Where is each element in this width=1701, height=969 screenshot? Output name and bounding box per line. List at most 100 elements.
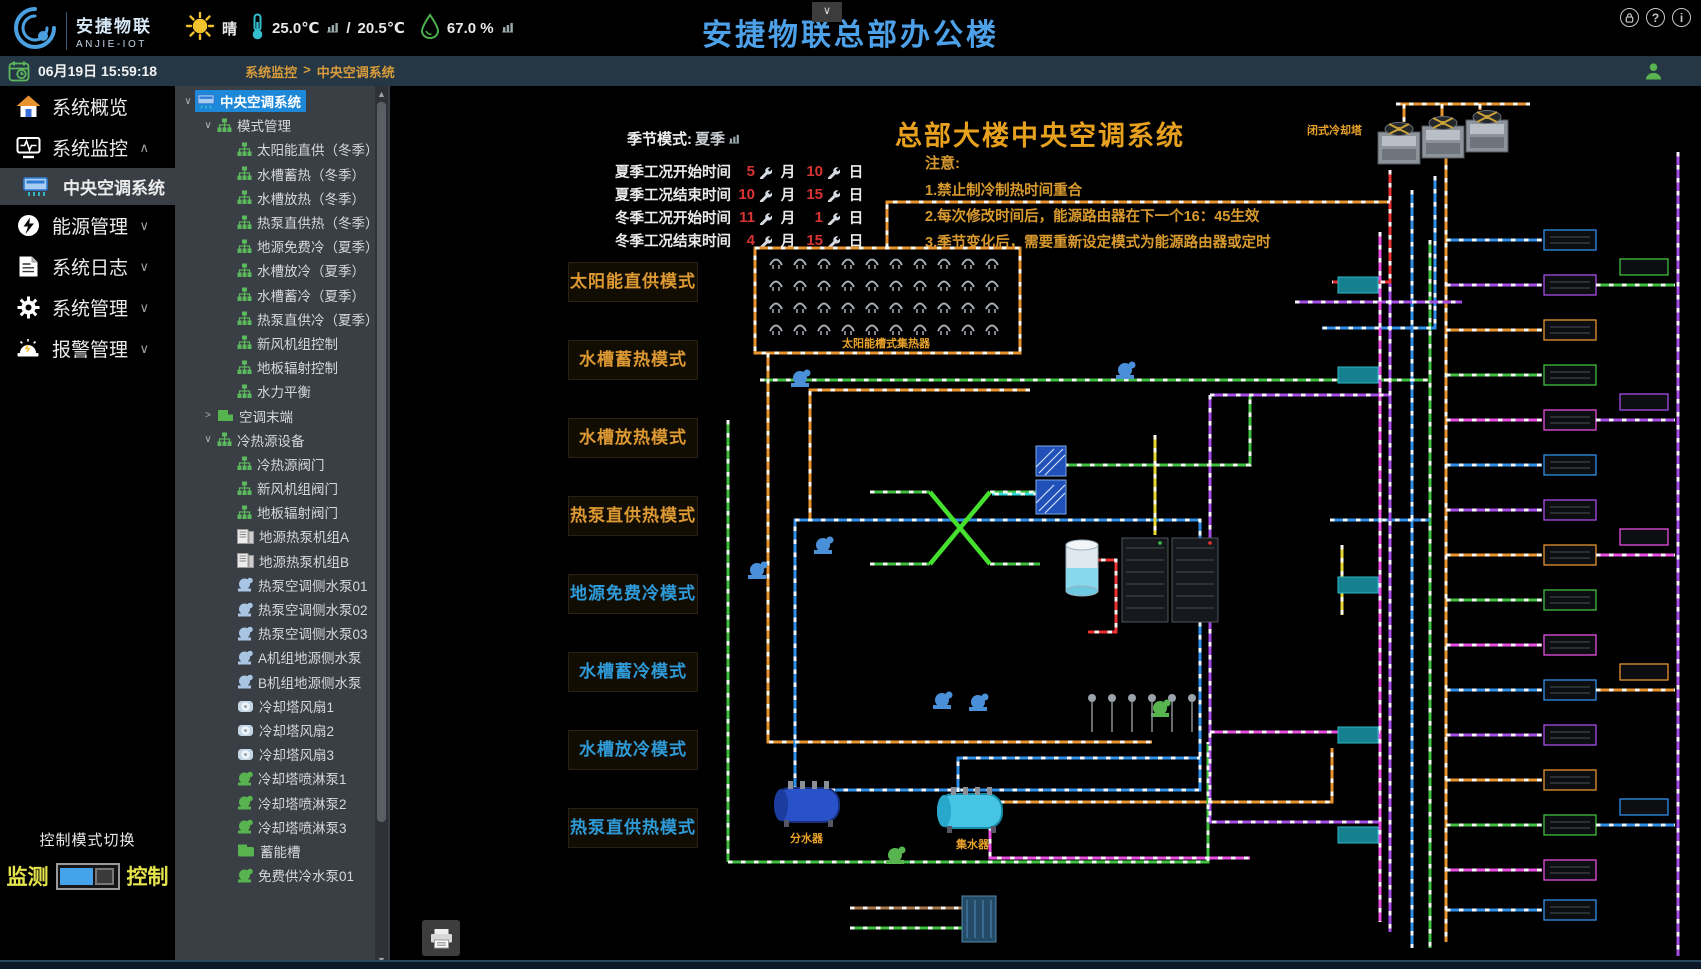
tree-item[interactable]: 太阳能直供（冬季） — [175, 137, 375, 161]
control-mode-switch: 控制模式切换 监测 控制 — [0, 829, 175, 891]
toggle-off-segment[interactable] — [95, 868, 114, 885]
scroll-up-icon[interactable]: ▲ — [375, 89, 388, 99]
tree-item-label: 地板辐射控制 — [257, 357, 338, 377]
sidebar-item-5[interactable]: 系统管理 ∨ — [0, 287, 175, 328]
distributor-tank — [774, 781, 839, 827]
breadcrumb-separator: > — [303, 62, 311, 81]
fan-icon — [237, 699, 254, 713]
chevron-down-icon[interactable]: ∨ — [139, 259, 149, 275]
monitor-icon — [13, 136, 43, 159]
info-icon[interactable]: i — [1672, 8, 1691, 27]
chevron-down-icon[interactable]: ∨ — [139, 218, 149, 234]
org-icon — [237, 456, 252, 471]
mode-button-7[interactable]: 热泵直供热模式 — [568, 808, 698, 848]
main-canvas: 总部大楼中央空调系统 季节模式: 夏季 夏季工况开始时间 5 月 10 日 夏季… — [390, 86, 1701, 969]
tree-item[interactable]: ∨ 中央空调系统 — [175, 89, 375, 113]
tree-item[interactable]: 水槽放热（冬季） — [175, 186, 375, 210]
sidebar-item-6[interactable]: 报警管理 ∨ — [0, 328, 175, 369]
tree-item[interactable]: 热泵空调侧水泵02 — [175, 597, 375, 621]
tree-item[interactable]: 地板辐射控制 — [175, 355, 375, 379]
chevron-right-icon[interactable]: > — [201, 410, 215, 421]
tree-item[interactable]: A机组地源侧水泵 — [175, 645, 375, 669]
tree-item[interactable]: 水槽蓄冷（夏季） — [175, 283, 375, 307]
tree-item[interactable]: 冷却塔喷淋泵3 — [175, 815, 375, 839]
tree-item[interactable]: 地源热泵机组A — [175, 524, 375, 548]
sidebar-item-3[interactable]: 能源管理 ∨ — [0, 205, 175, 246]
season-mode-label: 季节模式: — [627, 128, 692, 149]
hvac-icon — [20, 177, 50, 197]
user-icon[interactable] — [1644, 62, 1663, 85]
sidebar-item-1[interactable]: 系统监控 ∧ — [0, 127, 175, 168]
tree-item[interactable]: 新风机组阀门 — [175, 476, 375, 500]
tree-item[interactable]: 地源热泵机组B — [175, 549, 375, 573]
control-switch-title: 控制模式切换 — [0, 829, 175, 850]
mode-toggle[interactable] — [56, 863, 120, 890]
chevron-down-icon[interactable]: ∨ — [201, 120, 215, 131]
alarm-icon — [13, 337, 43, 360]
tree-item-label: 冷热源设备 — [237, 430, 305, 450]
tree-scrollbar[interactable]: ▲ ▼ — [375, 86, 388, 969]
sidebar-item-2[interactable]: 中央空调系统 — [0, 168, 175, 205]
tree-item[interactable]: 热泵直供冷（夏季） — [175, 307, 375, 331]
sidebar-item-label: 报警管理 — [52, 335, 128, 362]
settings-icon — [13, 296, 43, 319]
chevron-down-icon[interactable]: ∨ — [201, 434, 215, 445]
sidebar-item-0[interactable]: 系统概览 — [0, 86, 175, 127]
tree-item[interactable]: 新风机组控制 — [175, 331, 375, 355]
mode-button-3[interactable]: 热泵直供热模式 — [568, 496, 698, 536]
tree-item[interactable]: 冷却塔风扇2 — [175, 718, 375, 742]
tree-item[interactable]: 热泵空调侧水泵01 — [175, 573, 375, 597]
tree-item[interactable]: 冷却塔风扇3 — [175, 742, 375, 766]
tree-item[interactable]: 水槽放冷（夏季） — [175, 258, 375, 282]
tree-item[interactable]: 冷却塔喷淋泵1 — [175, 766, 375, 790]
chevron-down-icon[interactable]: ∨ — [139, 300, 149, 316]
tree-item[interactable]: 热泵直供热（冬季） — [175, 210, 375, 234]
org-icon — [237, 190, 252, 205]
tree-item[interactable]: 免费供冷水泵01 — [175, 863, 375, 887]
tree-item-label: 冷却塔喷淋泵3 — [258, 817, 347, 837]
mode-button-1[interactable]: 水槽蓄热模式 — [568, 340, 698, 380]
mode-button-2[interactable]: 水槽放热模式 — [568, 418, 698, 458]
tree-item-label: A机组地源侧水泵 — [258, 647, 362, 667]
tree-item[interactable]: 冷却塔风扇1 — [175, 694, 375, 718]
tree-item[interactable]: 蓄能槽 — [175, 839, 375, 863]
tree-item[interactable]: 水力平衡 — [175, 379, 375, 403]
mode-button-4[interactable]: 地源免费冷模式 — [568, 574, 698, 614]
breadcrumb-current[interactable]: 中央空调系统 — [317, 62, 395, 81]
tree-item[interactable]: ∨ 模式管理 — [175, 113, 375, 137]
tree-item[interactable]: B机组地源侧水泵 — [175, 670, 375, 694]
sidebar-item-label: 系统监控 — [52, 134, 128, 161]
title-collapse-button[interactable]: ∨ — [812, 2, 842, 22]
org-icon — [217, 432, 232, 447]
tree-item[interactable]: ∨ 冷热源设备 — [175, 428, 375, 452]
toggle-on-segment[interactable] — [60, 868, 93, 885]
help-icon[interactable]: ? — [1646, 8, 1665, 27]
tree-item[interactable]: 地源免费冷（夏季） — [175, 234, 375, 258]
fan-icon — [237, 723, 254, 737]
lock-icon[interactable] — [1620, 8, 1639, 27]
tree-item-label: 太阳能直供（冬季） — [257, 139, 379, 159]
print-button[interactable] — [422, 920, 460, 956]
mode-button-0[interactable]: 太阳能直供模式 — [568, 262, 698, 302]
pump-blue-icon — [237, 626, 253, 641]
scrollbar-thumb[interactable] — [377, 102, 386, 822]
chevron-down-icon[interactable]: ∨ — [181, 96, 195, 107]
tree-item[interactable]: 地板辐射阀门 — [175, 500, 375, 524]
mode-button-6[interactable]: 水槽放冷模式 — [568, 730, 698, 770]
tree-item[interactable]: 热泵空调侧水泵03 — [175, 621, 375, 645]
pump-green-icon — [237, 868, 253, 883]
mode-button-5[interactable]: 水槽蓄冷模式 — [568, 652, 698, 692]
tree-item-label: B机组地源侧水泵 — [258, 672, 362, 692]
tree-item[interactable]: 冷却塔喷淋泵2 — [175, 790, 375, 814]
chevron-down-icon[interactable]: ∨ — [139, 341, 149, 357]
tree-item-label: 新风机组控制 — [257, 333, 338, 353]
sidebar-item-4[interactable]: 系统日志 ∨ — [0, 246, 175, 287]
breadcrumb-parent[interactable]: 系统监控 — [245, 62, 297, 81]
tree-item[interactable]: 水槽蓄热（冬季） — [175, 162, 375, 186]
tree-item-label: 冷却塔风扇2 — [259, 720, 334, 740]
tree-item[interactable]: 冷热源阀门 — [175, 452, 375, 476]
chevron-up-icon[interactable]: ∧ — [139, 140, 149, 156]
window-edge — [0, 960, 1701, 969]
tree-item-label: 中央空调系统 — [220, 91, 301, 111]
tree-item[interactable]: > 空调末端 — [175, 403, 375, 427]
